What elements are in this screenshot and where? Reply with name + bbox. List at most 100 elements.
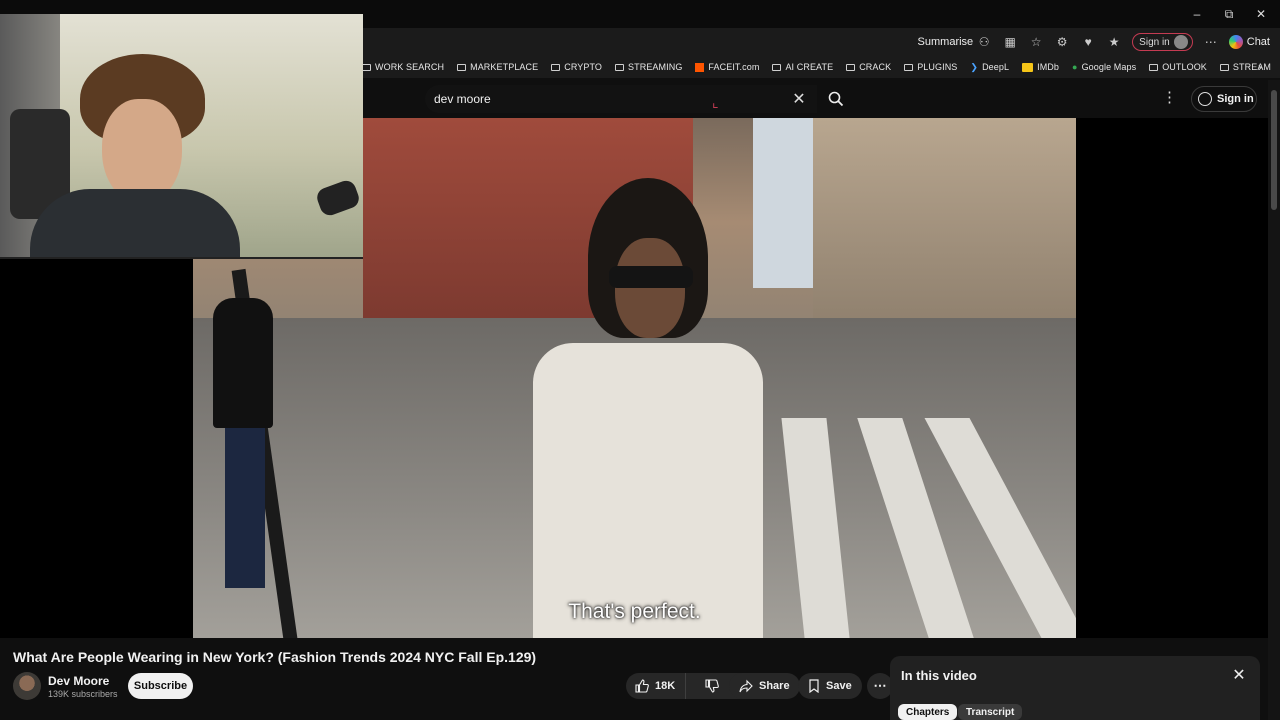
share-button[interactable]: Share (729, 673, 800, 699)
bookmark-label: AI CREATE (785, 62, 834, 72)
bookmark-label: Google Maps (1081, 62, 1137, 72)
save-label: Save (826, 680, 852, 692)
folder-icon (615, 63, 625, 71)
clear-search-icon[interactable]: ✕ (789, 89, 809, 109)
bookmarks-bar: WORK SEARCH MARKETPLACE CRYPTO STREAMING… (362, 56, 1280, 78)
channel-name[interactable]: Dev Moore (48, 674, 109, 688)
in-this-video-panel: In this video ✕ Chapters Transcript (890, 656, 1260, 720)
tab-transcript[interactable]: Transcript (958, 704, 1023, 720)
bookmark-google-maps[interactable]: ● Google Maps (1072, 62, 1136, 72)
webcam-overlay (0, 14, 363, 259)
save-button[interactable]: Save (798, 673, 862, 699)
thumbs-down-icon (705, 679, 720, 693)
bookmark-work-search[interactable]: WORK SEARCH (362, 62, 444, 72)
bookmark-outlook[interactable]: OUTLOOK (1149, 62, 1207, 72)
share-label: Share (759, 680, 790, 692)
share-icon (739, 679, 753, 693)
video-frame-interviewee (533, 178, 763, 638)
folder-icon (551, 63, 561, 71)
browser-essentials-icon[interactable]: ♥ (1080, 34, 1096, 50)
video-frame-bystander (203, 298, 283, 598)
deepl-icon: ❯ (970, 61, 979, 72)
app-grid-icon[interactable]: ▦ (1002, 34, 1018, 50)
streamer-jacket (30, 189, 240, 257)
subscribe-button[interactable]: Subscribe (128, 673, 193, 699)
profile-avatar-icon (1173, 35, 1188, 49)
page-scrollbar[interactable] (1268, 80, 1280, 720)
bookmark-imdb[interactable]: IMDb (1022, 62, 1059, 72)
more-horizontal-icon: ⋯ (873, 678, 887, 693)
favorite-star-icon[interactable]: ☆ (1028, 34, 1044, 50)
summarise-label: Summarise (917, 36, 974, 48)
search-input[interactable]: dev moore ✕ (425, 85, 817, 113)
bookmark-label: OUTLOOK (1162, 62, 1207, 72)
folder-icon (362, 63, 371, 71)
settings-menu-icon[interactable]: ⋮ (1162, 90, 1177, 105)
summarise-icon: ⚇ (978, 35, 990, 49)
bystander-shirt (213, 298, 273, 428)
bookmark-label: STREAM (1232, 62, 1272, 72)
youtube-sign-in-button[interactable]: Sign in (1191, 86, 1257, 112)
bookmark-label: WORK SEARCH (375, 62, 445, 72)
like-button[interactable]: 18K (626, 673, 687, 699)
bookmark-label: PLUGINS (917, 62, 958, 72)
folder-icon (904, 63, 914, 71)
dislike-button[interactable] (692, 673, 732, 699)
imdb-icon (1022, 62, 1034, 72)
browser-sign-in-button[interactable]: Sign in (1132, 33, 1193, 51)
text-cursor-icon: ⌞ (712, 94, 719, 110)
folder-icon (1219, 63, 1229, 71)
chat-label: Chat (1246, 36, 1270, 48)
bookmark-plugins[interactable]: PLUGINS (904, 62, 957, 72)
bookmark-label: MARKETPLACE (470, 62, 539, 72)
bookmark-marketplace[interactable]: MARKETPLACE (457, 62, 538, 72)
search-button[interactable] (819, 85, 853, 113)
channel-row: Dev Moore 139K subscribers Subscribe 18K… (13, 672, 893, 702)
window-controls: – ⧉ ✕ (1186, 4, 1272, 24)
bookmark-label: CRACK (859, 62, 892, 72)
extensions-icon[interactable]: ⚙ (1054, 34, 1070, 50)
bystander-jeans (225, 428, 265, 588)
folder-icon (772, 63, 782, 71)
bookmark-streaming[interactable]: STREAMING (615, 62, 682, 72)
restore-icon[interactable]: ⧉ (1218, 4, 1240, 24)
search-icon (828, 91, 844, 107)
bookmark-label: DeepL (982, 62, 1010, 72)
subscriber-count: 139K subscribers (48, 689, 118, 699)
search-query: dev moore (434, 92, 491, 106)
close-panel-icon[interactable]: ✕ (1230, 666, 1248, 684)
bookmark-stream[interactable]: STREAM (1219, 62, 1272, 72)
bookmark-ai-create[interactable]: AI CREATE (772, 62, 833, 72)
panel-title: In this video (901, 668, 977, 683)
channel-avatar[interactable] (13, 672, 41, 700)
folder-icon (846, 63, 856, 71)
favorites-icon[interactable]: ★ (1106, 34, 1122, 50)
more-options-icon[interactable]: ⋯ (1203, 34, 1219, 50)
bookmark-crypto[interactable]: CRYPTO (551, 62, 602, 72)
youtube-sign-in-label: Sign in (1217, 93, 1254, 105)
webcam-streamer-head (80, 54, 205, 204)
bookmark-faceit[interactable]: FACEIT.com (695, 62, 759, 72)
interviewee-sunglasses (609, 266, 693, 288)
bookmark-deepl[interactable]: ❯ DeepL (970, 62, 1009, 73)
copilot-chat-button[interactable]: Chat (1228, 35, 1270, 49)
summarise-button[interactable]: Summarise ⚇ (918, 34, 993, 50)
maps-pin-icon: ● (1072, 62, 1078, 72)
minimize-icon[interactable]: – (1186, 4, 1208, 24)
folder-icon (457, 63, 467, 71)
bookmark-crack[interactable]: CRACK (846, 62, 891, 72)
bookmark-label: CRYPTO (564, 62, 603, 72)
bookmark-icon (809, 679, 819, 693)
copilot-icon (1228, 35, 1243, 49)
youtube-header: dev moore ✕ ⌞ ⋮ Sign in (362, 80, 1280, 118)
browser-sign-in-label: Sign in (1139, 36, 1170, 48)
scrollbar-thumb[interactable] (1271, 90, 1277, 210)
video-caption: That's perfect. (568, 600, 701, 623)
interviewee-face (615, 238, 685, 338)
close-window-icon[interactable]: ✕ (1250, 4, 1272, 24)
chevron-right-icon[interactable]: › (1258, 60, 1262, 74)
tab-chapters[interactable]: Chapters (898, 704, 958, 720)
interviewee-shirt (533, 343, 763, 638)
bookmark-label: FACEIT.com (708, 62, 760, 72)
folder-icon (1149, 63, 1159, 71)
